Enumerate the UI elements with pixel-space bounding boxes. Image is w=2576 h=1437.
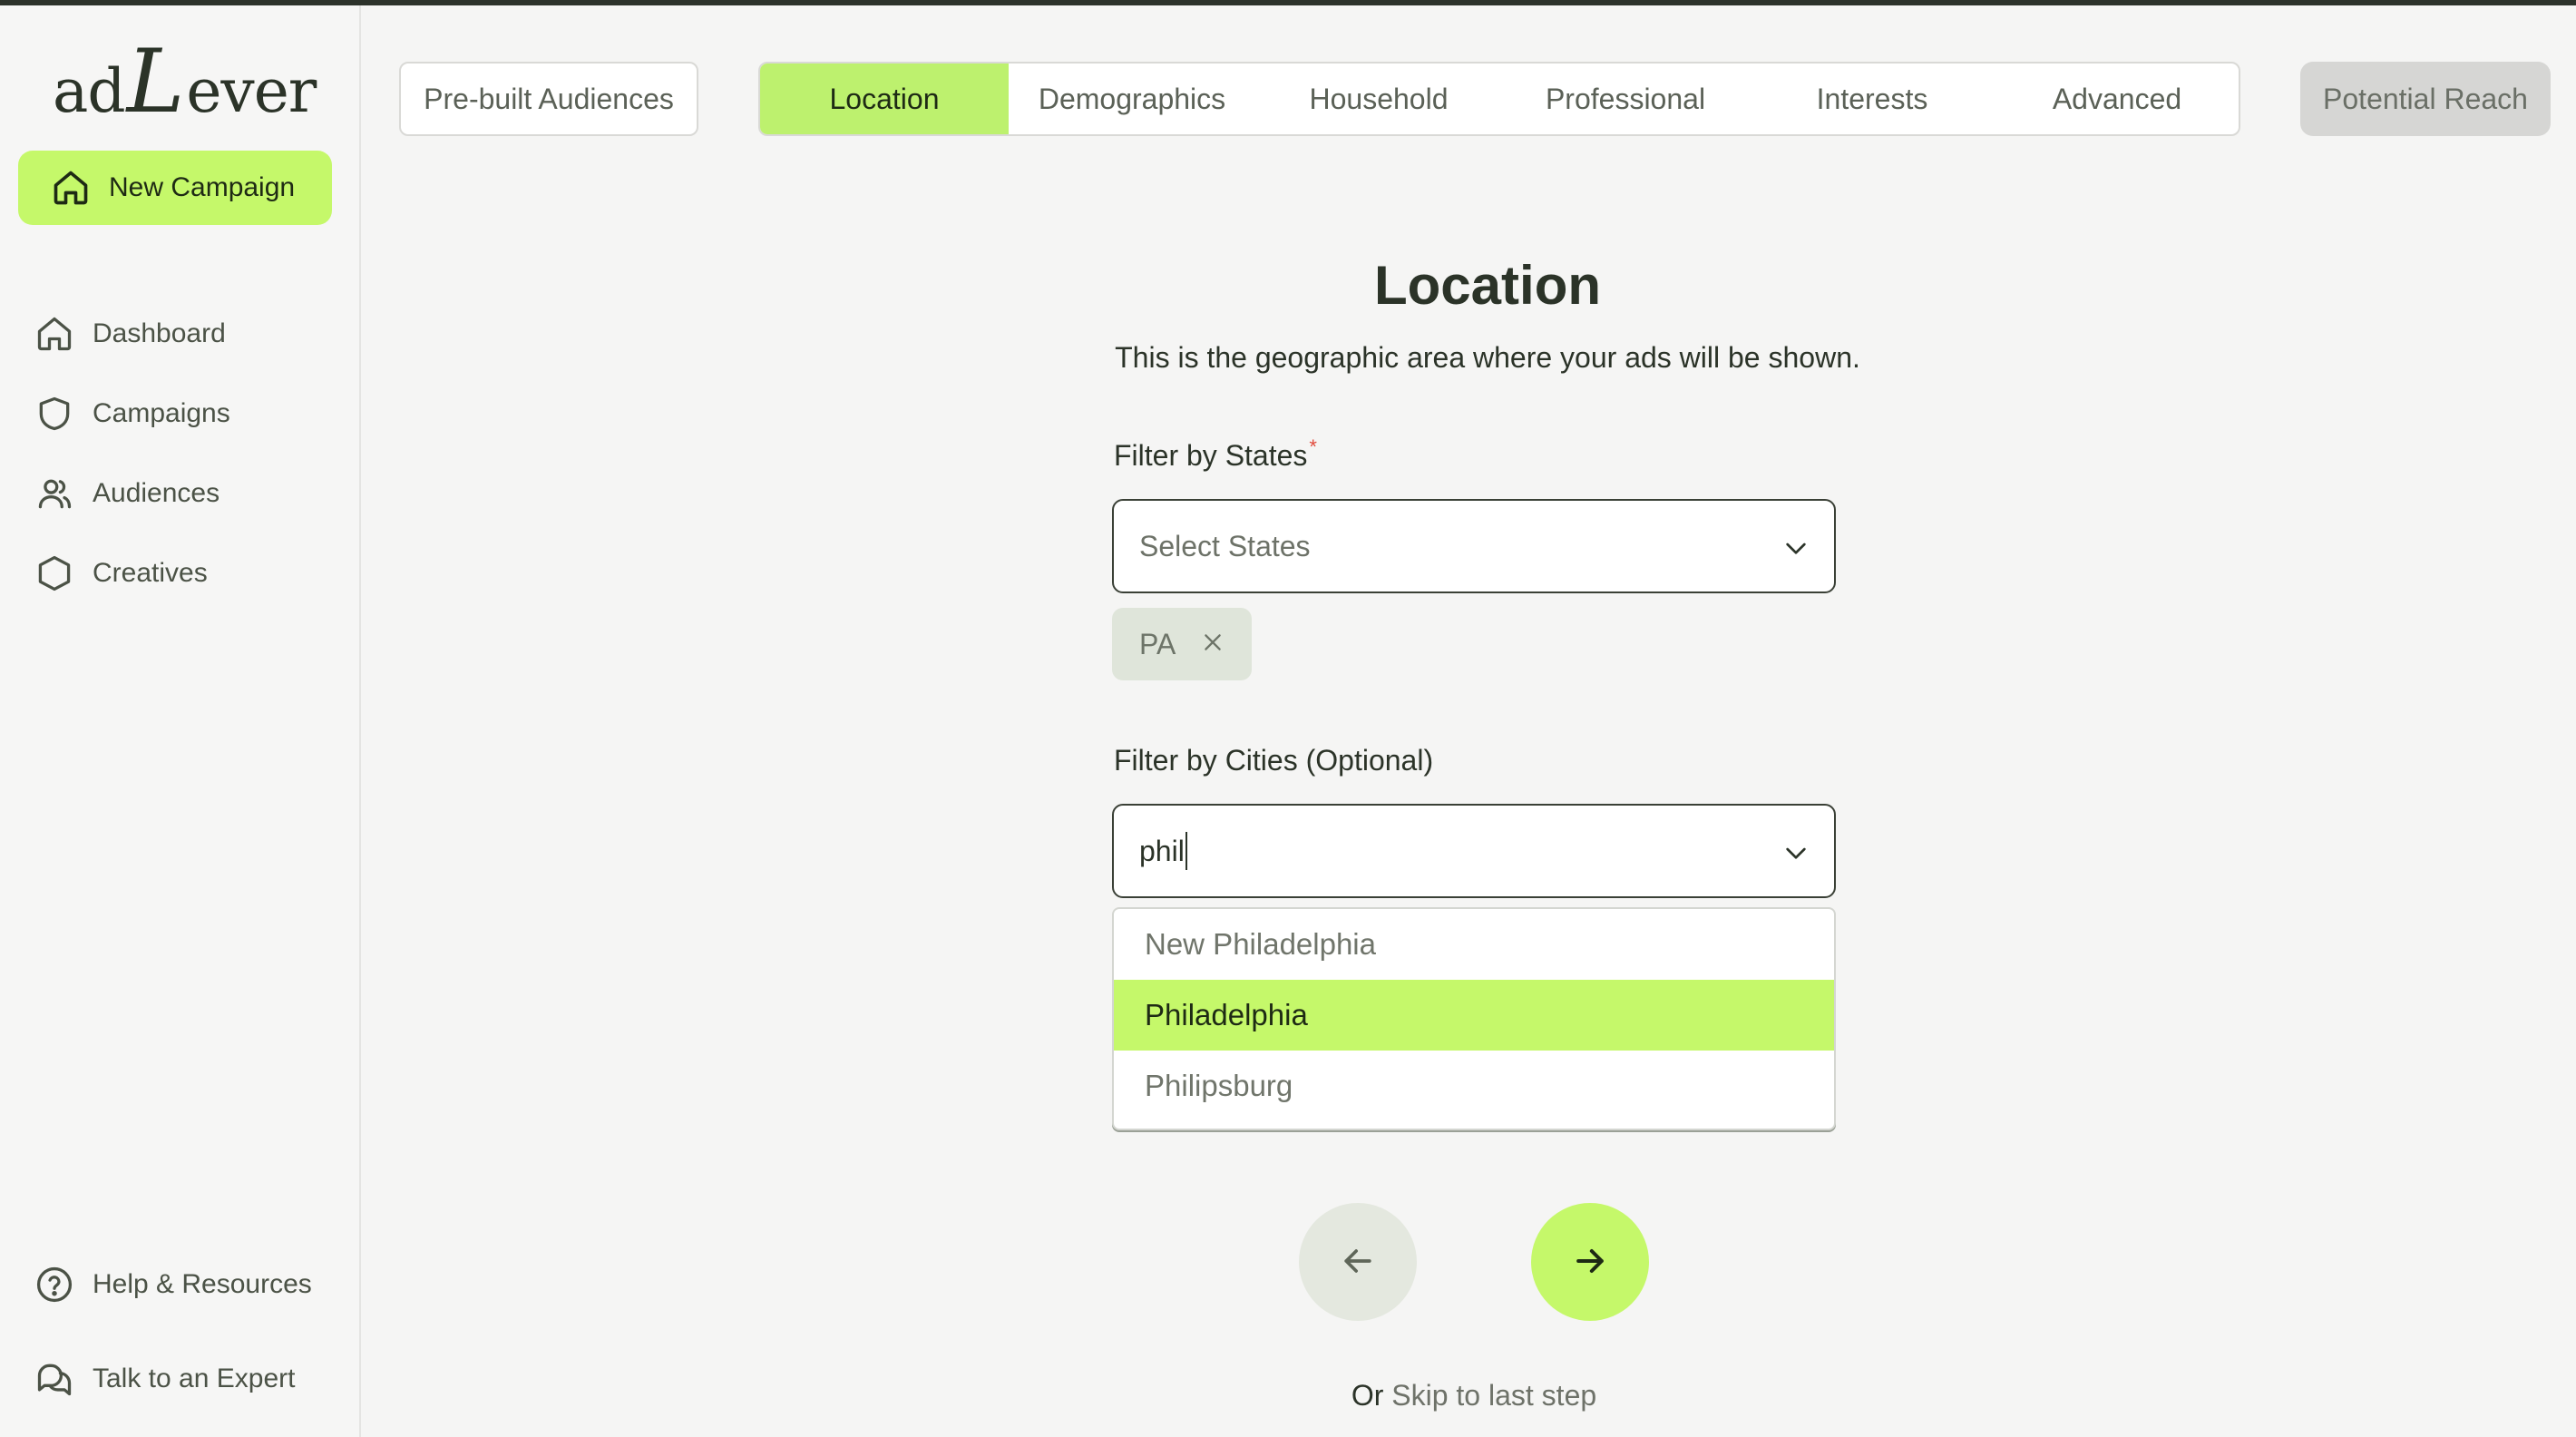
adlever-logo[interactable]: ad Lever <box>53 31 317 132</box>
shield-icon <box>34 394 74 434</box>
sidebar-item-label: Help & Resources <box>93 1269 312 1299</box>
cities-search-input[interactable]: phil <box>1112 804 1836 898</box>
home-icon <box>51 168 91 208</box>
skip-prefix: Or <box>1351 1379 1384 1412</box>
states-filter-label: Filter by States* <box>1114 435 1317 473</box>
dropdown-option[interactable]: Philipsburg <box>1114 1051 1834 1121</box>
cities-filter-label: Filter by Cities (Optional) <box>1114 744 1434 777</box>
sidebar-item-dashboard[interactable]: Dashboard <box>34 294 230 374</box>
sidebar-item-label: Dashboard <box>93 318 226 348</box>
sidebar-item-campaigns[interactable]: Campaigns <box>34 374 230 454</box>
page-subtitle: This is the geographic area where your a… <box>1115 341 1860 374</box>
states-label-text: Filter by States <box>1114 439 1308 472</box>
tab-professional[interactable]: Professional <box>1502 64 1749 134</box>
tab-advanced[interactable]: Advanced <box>1995 64 2239 134</box>
step-tabs: Location Demographics Household Professi… <box>758 62 2240 136</box>
sidebar-item-creatives[interactable]: Creatives <box>34 533 230 613</box>
skip-row: Or Skip to last step <box>998 1379 1950 1413</box>
sidebar: ad Lever New Campaign Dashboard Campaigns… <box>0 5 361 1437</box>
help-circle-icon <box>34 1265 74 1305</box>
arrow-right-icon <box>1570 1241 1610 1284</box>
sidebar-item-label: Talk to an Expert <box>93 1364 296 1393</box>
logo-text-ad: ad <box>53 56 126 126</box>
sidebar-item-label: Creatives <box>93 558 208 588</box>
hexagon-icon <box>34 553 74 593</box>
tab-demographics[interactable]: Demographics <box>1009 64 1255 134</box>
logo-text-l: L <box>126 31 185 132</box>
sidebar-item-talk-to-expert[interactable]: Talk to an Expert <box>34 1332 312 1426</box>
top-border <box>0 0 2576 5</box>
required-mark: * <box>1309 435 1317 458</box>
skip-to-last-step-link[interactable]: Skip to last step <box>1391 1379 1596 1412</box>
sidebar-item-label: Audiences <box>93 478 220 508</box>
new-campaign-button[interactable]: New Campaign <box>18 151 332 225</box>
chevron-down-icon[interactable] <box>1781 838 1810 875</box>
dropdown-option[interactable]: New Philadelphia <box>1114 909 1834 980</box>
potential-reach-button[interactable]: Potential Reach <box>2300 62 2551 136</box>
states-select[interactable]: Select States <box>1112 499 1836 593</box>
cities-dropdown: New Philadelphia Philadelphia Philipsbur… <box>1112 907 1836 1130</box>
sidebar-nav: Dashboard Campaigns Audiences Creatives <box>34 294 230 613</box>
home-icon <box>34 314 74 354</box>
tab-interests[interactable]: Interests <box>1749 64 1995 134</box>
arrow-left-icon <box>1338 1241 1378 1284</box>
chevron-down-icon[interactable] <box>1781 533 1810 570</box>
new-campaign-label: New Campaign <box>109 172 296 202</box>
chip-label: PA <box>1139 627 1176 660</box>
sidebar-item-help[interactable]: Help & Resources <box>34 1237 312 1332</box>
text-cursor <box>1185 832 1187 870</box>
tab-location[interactable]: Location <box>760 64 1009 134</box>
cities-input-value: phil <box>1139 834 1185 867</box>
back-button[interactable] <box>1299 1203 1417 1321</box>
prebuilt-audiences-button[interactable]: Pre-built Audiences <box>399 62 698 136</box>
sidebar-bottom-nav: Help & Resources Talk to an Expert <box>34 1237 312 1426</box>
users-icon <box>34 474 74 513</box>
tab-household[interactable]: Household <box>1255 64 1502 134</box>
sidebar-item-audiences[interactable]: Audiences <box>34 454 230 533</box>
next-button[interactable] <box>1531 1203 1649 1321</box>
close-icon[interactable] <box>1201 628 1225 661</box>
states-placeholder: Select States <box>1139 529 1311 562</box>
sidebar-item-label: Campaigns <box>93 398 230 428</box>
dropdown-option-highlighted[interactable]: Philadelphia <box>1114 980 1834 1051</box>
page-title: Location <box>1374 255 1601 316</box>
state-chip-pa: PA <box>1112 608 1252 680</box>
chat-icon <box>34 1359 74 1399</box>
logo-text-ever: ever <box>186 56 317 126</box>
